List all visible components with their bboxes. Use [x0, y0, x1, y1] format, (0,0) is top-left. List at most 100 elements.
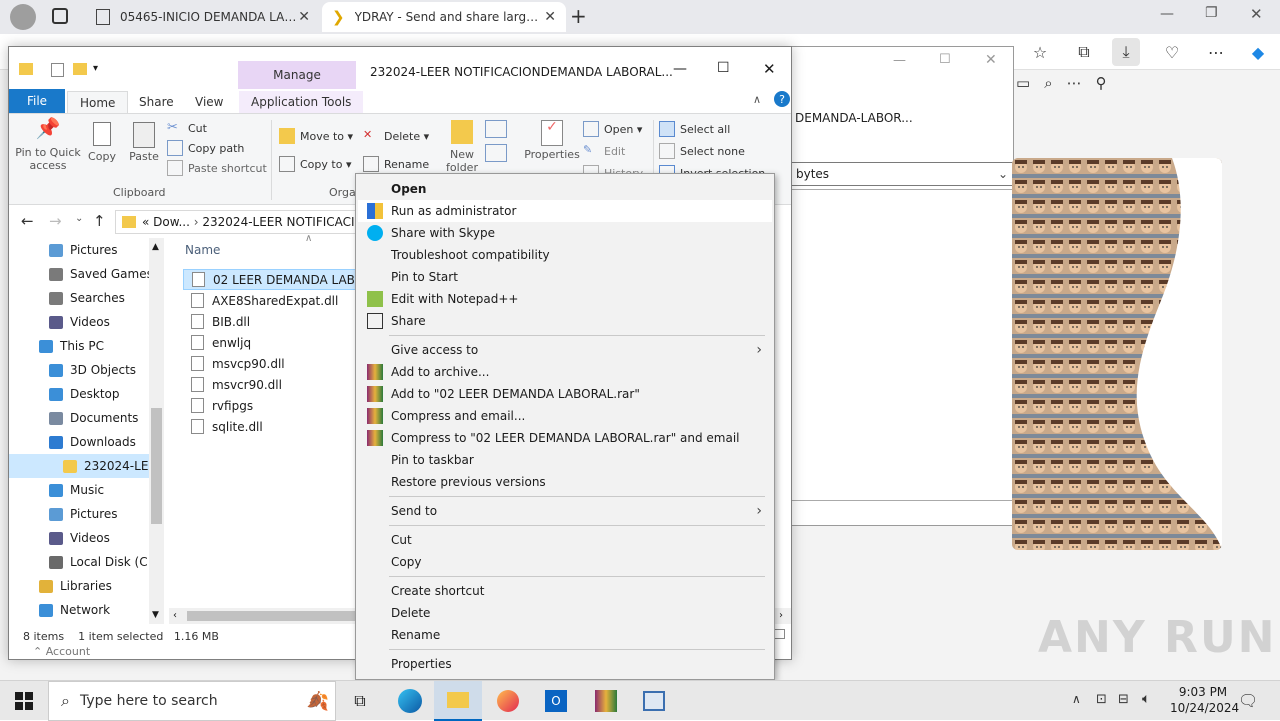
edge-taskbar-icon[interactable]	[386, 681, 434, 721]
file-row[interactable]: sqlite.dll	[183, 416, 363, 437]
properties-quick-icon[interactable]	[51, 63, 64, 77]
performance-icon[interactable]: ♡	[1158, 38, 1186, 66]
minimize-icon[interactable]: —	[673, 61, 687, 77]
scroll-down-icon[interactable]: ▼	[152, 610, 159, 620]
context-menu-item[interactable]: Pin to Start	[358, 266, 772, 288]
downloads-icon[interactable]: ⤓	[1112, 38, 1140, 66]
tab-share[interactable]: Share	[127, 91, 186, 113]
task-view-icon[interactable]: ⧉	[336, 681, 384, 721]
nav-item[interactable]: This PC	[9, 334, 149, 358]
copy-button[interactable]: Copy	[85, 122, 119, 163]
outlook-taskbar-icon[interactable]: O	[532, 681, 580, 721]
nav-item[interactable]: Local Disk (C:)	[9, 550, 149, 574]
profile-avatar[interactable]	[10, 4, 36, 30]
breadcrumb-downloads[interactable]: Dow...	[153, 215, 190, 229]
collapse-ribbon-icon[interactable]: ∧	[753, 93, 761, 106]
search-icon[interactable]: ⌕	[1044, 74, 1052, 94]
nav-item[interactable]: Documents	[9, 406, 149, 430]
folder-icon[interactable]: ▭	[1016, 74, 1030, 94]
nav-item[interactable]: Downloads	[9, 430, 149, 454]
copilot-icon[interactable]: ◆	[1244, 38, 1272, 66]
column-header-name[interactable]: Name	[185, 243, 220, 257]
minimize-icon[interactable]: —	[893, 53, 906, 68]
nav-item[interactable]: Saved Games	[9, 262, 149, 286]
context-menu-item[interactable]: Create shortcut	[358, 580, 772, 602]
open-button[interactable]: Open ▾	[583, 118, 643, 140]
tab-home[interactable]: Home	[67, 91, 129, 113]
file-row[interactable]: BIB.dll	[183, 311, 363, 332]
context-menu-item[interactable]: Open	[358, 178, 772, 200]
breadcrumb-current[interactable]: 232024-LEER NOTIFICACION	[202, 215, 364, 229]
close-icon[interactable]: ✕	[985, 52, 997, 68]
more-icon[interactable]: ⋯	[1202, 38, 1230, 66]
start-button[interactable]	[0, 681, 48, 721]
scroll-up-icon[interactable]: ▲	[152, 242, 159, 252]
properties-button[interactable]: ✓ Properties	[524, 120, 580, 161]
firefox-taskbar-icon[interactable]	[484, 681, 532, 721]
breadcrumb-overflow[interactable]: «	[142, 215, 149, 229]
select-all-button[interactable]: Select all	[659, 118, 765, 140]
nav-item[interactable]: Pictures	[9, 238, 149, 262]
pin-icon[interactable]: ⚲	[1096, 74, 1107, 94]
close-icon[interactable]: ✕	[763, 60, 776, 78]
copy-path-button[interactable]: Copy path	[167, 138, 267, 158]
nav-item[interactable]: Pictures	[9, 502, 149, 526]
device-icon[interactable]: ⊡	[1096, 692, 1107, 707]
context-menu-item[interactable]: Copy	[358, 551, 772, 573]
context-menu-item[interactable]: Delete	[358, 602, 772, 624]
close-tab-icon[interactable]: ✕	[298, 9, 310, 25]
context-menu-item[interactable]: Give access to ›	[358, 339, 772, 361]
move-to-button[interactable]: Move to ▾	[279, 122, 353, 150]
nav-item[interactable]: Videos	[9, 526, 149, 550]
taskbar-search-box[interactable]: ⌕ Type here to search 🍂	[48, 681, 336, 721]
file-row[interactable]: msvcr90.dll	[183, 374, 363, 395]
winrar-taskbar-icon[interactable]	[582, 681, 630, 721]
context-menu-item[interactable]: Compress to "02 LEER DEMANDA LABORAL.rar…	[358, 427, 772, 449]
nav-item[interactable]: Network	[9, 598, 149, 622]
scroll-thumb[interactable]	[151, 408, 162, 524]
volume-icon[interactable]: 🔈︎	[1142, 691, 1150, 707]
context-menu-item[interactable]: Edit with Notepad++	[358, 288, 772, 310]
context-menu-item[interactable]: Share with Skype	[358, 222, 772, 244]
copy-to-button[interactable]: Copy to ▾	[279, 150, 353, 178]
new-tab-icon[interactable]: +	[570, 4, 587, 28]
address-bar[interactable]: « Dow... › 232024-LEER NOTIFICACION	[115, 210, 365, 234]
tab-actions-icon[interactable]	[52, 8, 68, 24]
clock[interactable]: 9:03 PM 10/24/2024	[1170, 684, 1239, 716]
help-icon[interactable]: ?	[774, 91, 790, 107]
paste-button[interactable]: Paste	[125, 122, 163, 163]
recent-locations-icon[interactable]: ⌄	[75, 213, 83, 224]
context-menu-item[interactable]: Troubleshoot compatibility	[358, 244, 772, 266]
browser-tab-2[interactable]: ❯ YDRAY - Send and share large an ✕	[322, 2, 566, 32]
context-menu-item[interactable]: Properties	[358, 653, 772, 675]
more-icon[interactable]: ⋯	[1067, 74, 1082, 94]
restore-icon[interactable]: ❐	[1205, 5, 1218, 21]
select-none-button[interactable]: Select none	[659, 140, 765, 162]
nav-item[interactable]: Searches	[9, 286, 149, 310]
paste-shortcut-button[interactable]: Paste shortcut	[167, 158, 267, 178]
customize-quick-access-icon[interactable]: ▾	[93, 63, 98, 74]
units-dropdown[interactable]: bytes ⌄	[791, 162, 1013, 186]
scroll-thumb[interactable]	[187, 611, 367, 621]
context-menu-item[interactable]: Restore previous versions	[358, 471, 772, 493]
delete-button[interactable]: ✕ Delete ▾	[363, 122, 429, 150]
nav-item[interactable]: Videos	[9, 310, 149, 334]
close-tab-icon[interactable]: ✕	[544, 9, 556, 25]
context-menu-item[interactable]: Add to "02 LEER DEMANDA LABORAL.rar"	[358, 383, 772, 405]
favorites-icon[interactable]: ☆	[1026, 38, 1054, 66]
forward-arrow-icon[interactable]: →	[49, 212, 62, 230]
nav-scrollbar[interactable]: ▲ ▼	[149, 238, 164, 624]
nav-item[interactable]: 3D Objects	[9, 358, 149, 382]
pin-quick-access-button[interactable]: 📌 Pin to Quick access	[15, 118, 81, 172]
file-row[interactable]: enwljq	[183, 332, 363, 353]
context-menu-item[interactable]: Rename	[358, 624, 772, 646]
tab-view[interactable]: View	[183, 91, 235, 113]
minimize-icon[interactable]: —	[1160, 6, 1174, 22]
scroll-right-icon[interactable]: ›	[779, 610, 783, 621]
easy-access-icon[interactable]	[485, 144, 507, 162]
context-menu-item[interactable]: Add to archive...	[358, 361, 772, 383]
edit-button[interactable]: ✎ Edit	[583, 140, 643, 162]
nav-item[interactable]: Libraries	[9, 574, 149, 598]
maximize-icon[interactable]: ☐	[939, 52, 951, 67]
context-menu-item[interactable]: Run as administrator	[358, 200, 772, 222]
